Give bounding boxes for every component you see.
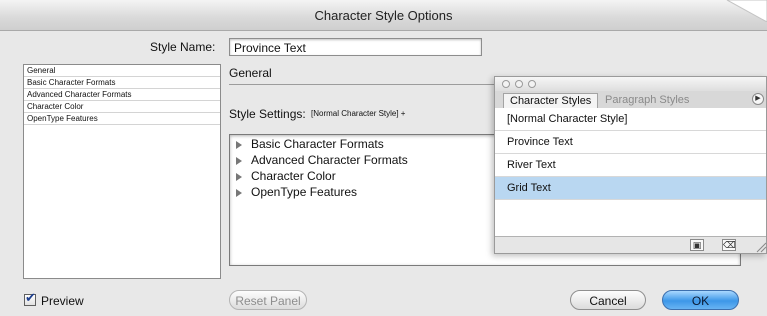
- section-title: General: [229, 66, 272, 80]
- disclosure-triangle-icon[interactable]: [236, 156, 242, 165]
- panel-tabs: Character Styles Paragraph Styles: [495, 91, 766, 109]
- style-settings-value: [Normal Character Style] +: [311, 109, 406, 118]
- disclosure-triangle-icon[interactable]: [236, 140, 242, 149]
- disclosure-triangle-icon[interactable]: [236, 188, 242, 197]
- character-styles-panel: Character Styles Paragraph Styles ▶ [Nor…: [494, 76, 767, 254]
- preview-label: Preview: [41, 294, 84, 308]
- panel-titlebar: [495, 77, 766, 91]
- disclosure-triangle-icon[interactable]: [236, 172, 242, 181]
- style-name-label: Style Name:: [150, 40, 216, 54]
- styles-list: [Normal Character Style] Province Text R…: [495, 108, 766, 239]
- panel-zoom-icon[interactable]: [528, 80, 536, 88]
- category-list: General Basic Character Formats Advanced…: [23, 64, 221, 279]
- panel-footer: ▣ ⌫: [495, 236, 766, 253]
- tree-row-label: Basic Character Formats: [251, 137, 384, 151]
- tree-row-label: Advanced Character Formats: [251, 153, 408, 167]
- panel-menu-icon[interactable]: ▶: [752, 93, 764, 105]
- style-item-province-text[interactable]: Province Text: [495, 131, 766, 154]
- tab-paragraph-styles[interactable]: Paragraph Styles: [599, 93, 695, 108]
- style-name-input[interactable]: Province Text: [229, 38, 482, 56]
- category-item-general[interactable]: General: [24, 65, 220, 77]
- style-item-river-text[interactable]: River Text: [495, 154, 766, 177]
- preview-checkbox[interactable]: [24, 291, 36, 306]
- tree-row-label: Character Color: [251, 169, 336, 183]
- trash-icon[interactable]: ⌫: [722, 239, 736, 251]
- tab-character-styles[interactable]: Character Styles: [503, 93, 599, 108]
- new-style-icon[interactable]: ▣: [690, 239, 704, 251]
- style-item-normal[interactable]: [Normal Character Style]: [495, 108, 766, 131]
- panel-resize-handle-icon[interactable]: [755, 236, 767, 254]
- style-item-grid-text[interactable]: Grid Text: [495, 177, 766, 200]
- category-item-character-color[interactable]: Character Color: [24, 101, 220, 113]
- category-item-advanced-character-formats[interactable]: Advanced Character Formats: [24, 89, 220, 101]
- dialog-title: Character Style Options: [314, 8, 453, 23]
- dialog-titlebar: Character Style Options: [0, 0, 767, 31]
- panel-minimize-icon[interactable]: [515, 80, 523, 88]
- ok-button[interactable]: OK: [662, 290, 739, 310]
- style-settings-label: Style Settings:: [229, 107, 306, 121]
- section-divider: [229, 84, 495, 85]
- cancel-button[interactable]: Cancel: [570, 290, 646, 310]
- tree-row-label: OpenType Features: [251, 185, 358, 199]
- category-item-basic-character-formats[interactable]: Basic Character Formats: [24, 77, 220, 89]
- page-curl-decoration: [726, 0, 767, 22]
- reset-panel-button[interactable]: Reset Panel: [229, 290, 307, 310]
- panel-close-icon[interactable]: [502, 80, 510, 88]
- category-item-opentype-features[interactable]: OpenType Features: [24, 113, 220, 125]
